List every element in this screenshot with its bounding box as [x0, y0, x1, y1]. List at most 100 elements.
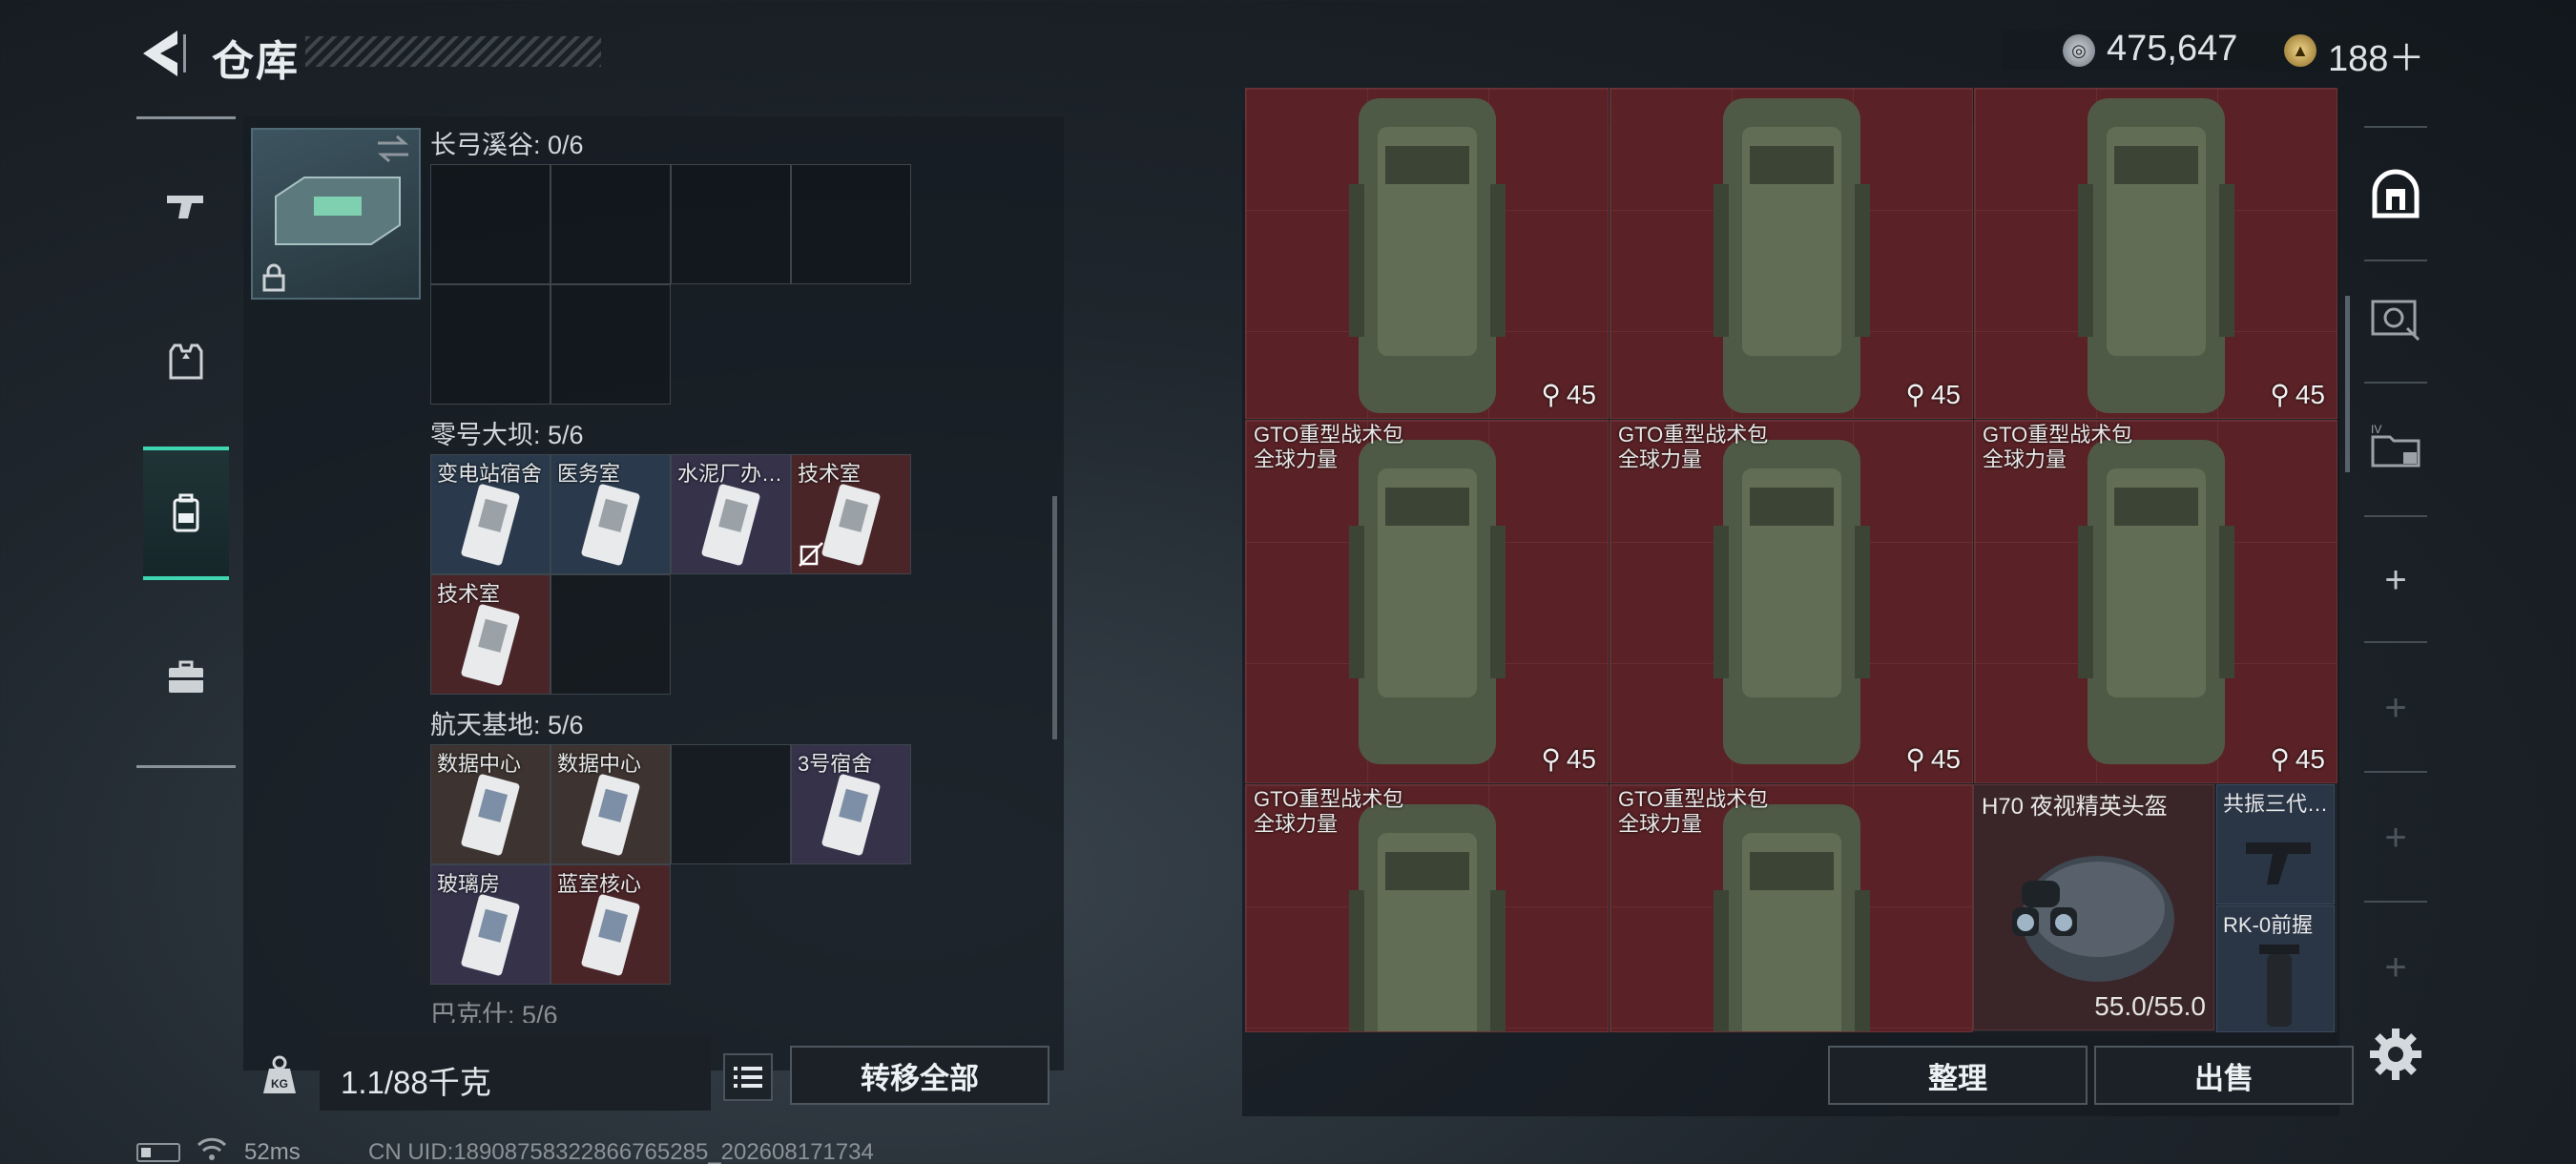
backpack-image — [1349, 440, 1506, 764]
keycard-icon — [461, 604, 520, 686]
helmet-image — [2012, 856, 2174, 982]
item-name: 共振三代… — [2223, 792, 2329, 816]
weight-value: 1.1/88千克 — [341, 1065, 491, 1100]
keycard-icon — [581, 774, 640, 856]
side-divider — [2364, 126, 2427, 128]
svg-text:IV: IV — [2371, 423, 2381, 436]
attachment-item[interactable]: RK-0前握 — [2216, 905, 2335, 1032]
empty-slot[interactable] — [671, 744, 791, 864]
item-label: 数据中心 — [557, 752, 642, 776]
empty-slot[interactable] — [551, 164, 671, 284]
keycard-item[interactable]: 3号宿舍 — [791, 744, 911, 864]
backpack-image — [1714, 98, 1870, 413]
backpack-item[interactable]: GTO重型战术包 全球力量 ⚲ 45 — [1610, 420, 1973, 783]
item-label: 水泥厂办… — [677, 462, 783, 486]
svg-text:KG: KG — [271, 1077, 288, 1091]
add-tab-button[interactable]: + — [2364, 939, 2427, 996]
side-divider — [2364, 641, 2427, 643]
empty-slot[interactable] — [791, 164, 911, 284]
helmet-item[interactable]: H70 夜视精英头盔 55.0/55.0 — [1973, 784, 2214, 1030]
durability-label: 55.0/55.0 — [2094, 991, 2206, 1021]
list-icon — [734, 1067, 762, 1088]
empty-slot[interactable] — [551, 574, 671, 695]
keycard-item[interactable]: 数据中心 — [551, 744, 671, 864]
side-tab-vault[interactable] — [2364, 282, 2427, 351]
keycard-item[interactable]: 技术室 — [430, 574, 551, 695]
gear-icon[interactable] — [2366, 1025, 2425, 1084]
item-label: 医务室 — [557, 462, 621, 486]
capacity-label: ⚲ 45 — [1905, 379, 1961, 410]
section-title-bakhsh: 巴克什: 5/6 — [430, 1001, 558, 1023]
empty-slot[interactable] — [551, 284, 671, 405]
uid-label: CN UID:1890875832286676528​5_20260817173… — [368, 1139, 874, 1164]
nav-divider — [136, 765, 236, 768]
nav-weapons[interactable] — [143, 138, 229, 272]
item-name: GTO重型战术包 全球力量 — [1983, 423, 2133, 471]
capacity-label: ⚲ 45 — [1905, 743, 1961, 775]
keycard-item[interactable]: 医务室 — [551, 454, 671, 574]
container-list[interactable]: 长弓溪谷: 0/6 零号大坝: 5/6 变电站宿舍 医务室 水泥厂办… 技术室 … — [249, 122, 1060, 1023]
item-label: 技术室 — [798, 462, 862, 486]
scrollbar[interactable] — [2345, 296, 2350, 472]
side-divider — [2364, 382, 2427, 384]
keycard-icon — [701, 484, 760, 566]
item-name: GTO重型战术包 全球力量 — [1618, 787, 1769, 836]
keycard-item[interactable]: 数据中心 — [430, 744, 551, 864]
back-icon[interactable] — [134, 27, 191, 80]
backpack-item[interactable]: GTO重型战术包 全球力量 — [1610, 784, 1973, 1032]
currency-gold-value[interactable]: 188＋ — [2328, 29, 2424, 81]
wifi-icon — [197, 1137, 227, 1160]
backpack-icon — [173, 493, 199, 532]
nav-cases[interactable] — [143, 611, 229, 744]
slot-grid — [430, 164, 911, 405]
nav-divider — [136, 116, 236, 119]
keycard-item[interactable]: 水泥厂办… — [671, 454, 791, 574]
item-name: RK-0前握 — [2223, 913, 2314, 937]
pistol-icon — [167, 196, 203, 218]
keycard-icon — [581, 484, 640, 566]
backpack-image — [1714, 440, 1870, 764]
backpack-image — [2078, 440, 2234, 764]
keycard-item[interactable]: 技术室 — [791, 454, 911, 574]
add-tab-button[interactable]: + — [2364, 551, 2427, 609]
keycard-item[interactable]: 玻璃房 — [430, 864, 551, 985]
sort-button[interactable]: 整理 — [1828, 1046, 2088, 1105]
nav-armor[interactable] — [143, 296, 229, 429]
backpack-item[interactable]: ⚲ 45 — [1245, 88, 1609, 419]
capacity-label: ⚲ 45 — [2270, 743, 2325, 775]
item-label: 变电站宿舍 — [437, 462, 543, 486]
nav-backpack[interactable] — [143, 447, 229, 580]
backpack-image — [2078, 98, 2234, 413]
item-name: H70 夜视精英头盔 — [1982, 794, 2168, 820]
transfer-all-button[interactable]: 转移全部 — [790, 1046, 1049, 1105]
safe-icon — [2372, 169, 2420, 218]
keycard-item[interactable]: 变电站宿舍 — [430, 454, 551, 574]
keycard-item[interactable]: 蓝室核心 — [551, 864, 671, 985]
side-tab-stash[interactable] — [2364, 160, 2427, 229]
add-tab-button[interactable]: + — [2364, 809, 2427, 866]
backpack-item[interactable]: GTO重型战术包 全球力量 ⚲ 45 — [1245, 420, 1609, 783]
backpack-item[interactable]: ⚲ 45 — [1610, 88, 1973, 419]
side-tab-folder[interactable]: IV — [2364, 412, 2427, 481]
backpack-item[interactable]: GTO重型战术包 全球力量 — [1245, 784, 1609, 1032]
side-divider — [2364, 515, 2427, 517]
empty-slot[interactable] — [430, 164, 551, 284]
no-insure-icon — [799, 542, 823, 567]
add-tab-button[interactable]: + — [2364, 679, 2427, 737]
backpack-item[interactable]: ⚲ 45 — [1974, 88, 2337, 419]
backpack-item[interactable]: GTO重型战术包 全球力量 ⚲ 45 — [1974, 420, 2337, 783]
empty-slot[interactable] — [671, 164, 791, 284]
scrollbar[interactable] — [1052, 496, 1057, 739]
empty-slot[interactable] — [430, 284, 551, 405]
item-label: 3号宿舍 — [798, 752, 873, 776]
item-label: 蓝室核心 — [557, 872, 642, 896]
title-decoration — [305, 36, 601, 67]
side-divider — [2364, 901, 2427, 903]
page-title: 仓库 — [212, 38, 300, 85]
item-name: GTO重型战术包 全球力量 — [1254, 787, 1404, 836]
list-view-button[interactable] — [723, 1053, 773, 1101]
capacity-label: ⚲ 45 — [2270, 379, 2325, 410]
side-divider — [2364, 771, 2427, 773]
sell-button[interactable]: 出售 — [2094, 1046, 2354, 1105]
attachment-item[interactable]: 共振三代… — [2216, 784, 2335, 904]
